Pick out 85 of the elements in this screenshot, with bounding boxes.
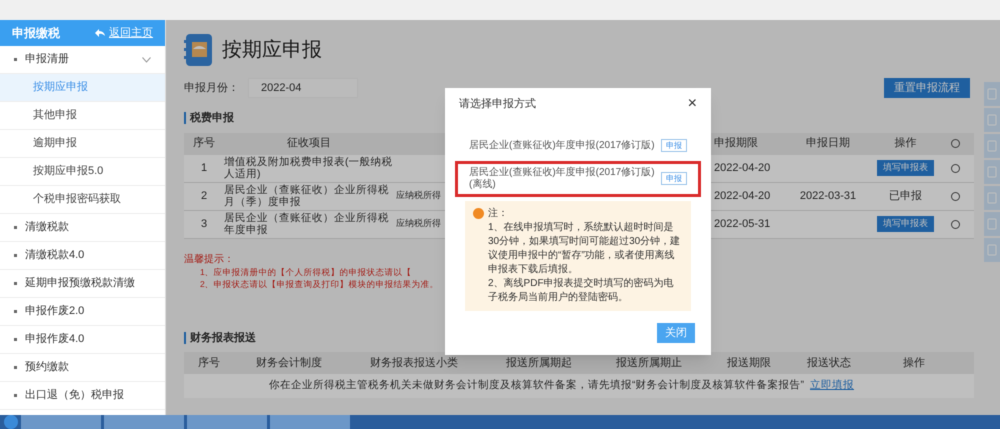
reminder-text: 2、申报状态请以【申报查询及打印】模块的申报结果为准。 — [200, 278, 439, 288]
column-header: 报送所属期起 — [505, 356, 573, 371]
radio-button[interactable] — [951, 220, 960, 228]
sidebar-item-label: 出口退（免）税申报 — [25, 388, 125, 404]
table-cell: 2022-05-31 — [714, 218, 770, 230]
table-cell: 2022-04-20 — [714, 190, 770, 202]
column-header: 操作 — [894, 136, 918, 152]
taskbar-app-icon[interactable] — [270, 414, 350, 429]
note-text: 1、在线申报填写时，系统默认超时时间是30分钟，如果填写时间可能超过30分钟，建议使用申报中的“暂存”功能，或者使用离线申报表下载后填报。 — [488, 220, 682, 276]
bullet-icon — [14, 58, 17, 61]
dialog-title: 请选择申报方式 — [459, 96, 536, 112]
column-header: 序号 — [197, 356, 221, 371]
bullet-icon — [14, 394, 17, 397]
radio-button[interactable] — [951, 164, 960, 172]
fill-form-button[interactable]: 填写申报表 — [877, 160, 934, 176]
notebook-icon — [184, 34, 212, 66]
column-header: 报送状态 — [806, 356, 852, 371]
radio-button[interactable] — [951, 192, 960, 200]
bullet-icon — [14, 310, 17, 313]
back-icon — [95, 29, 105, 37]
reminder-text: 1、应申报清册中的【个人所得税】的申报状态请以【 — [200, 266, 412, 276]
status-text: 已申报 — [889, 188, 922, 204]
note-text: 2、离线PDF申报表提交时填写的密码为电子税务局当前用户的登陆密码。 — [488, 276, 675, 304]
table-cell-text: 2 — [200, 188, 208, 204]
warning-icon — [473, 208, 484, 218]
table-cell-text: 增值税及附加税费申报表(一般纳税人适用) — [224, 156, 394, 180]
table-cell: 应纳税所得 — [396, 218, 441, 228]
sidebar-item[interactable]: 申报作废2.0 — [0, 298, 165, 326]
bullet-icon — [14, 254, 17, 257]
sidebar-item-label: 预约缴款 — [25, 360, 70, 376]
taskbar-app-icon[interactable] — [187, 414, 267, 429]
start-icon[interactable] — [4, 415, 18, 429]
table-cell: 2022-04-20 — [714, 162, 770, 174]
sidebar-item[interactable]: 申报作废4.0 — [0, 326, 165, 354]
bullet-icon — [14, 366, 17, 369]
sidebar-item-label: 申报作废2.0 — [25, 304, 86, 320]
reset-button[interactable]: 重置申报流程 — [884, 78, 970, 98]
notice-text: 你在企业所得税主管税务机关未做财务会计制度及核算软件备案，请先填报“财务会计制度及核算软件备案报告” — [269, 378, 804, 394]
declare-button[interactable]: 申报 — [661, 172, 687, 185]
sidebar-item[interactable]: 清缴税款 — [0, 214, 165, 242]
month-label: 申报月份： — [184, 80, 240, 96]
sidebar-item[interactable]: 预约缴款 — [0, 354, 165, 382]
column-header: 序号 — [192, 136, 216, 152]
close-button[interactable]: × — [688, 96, 697, 112]
sidebar-title: 申报缴税 — [12, 25, 60, 42]
note-title: 注： — [488, 206, 509, 220]
table-cell-text: 1 — [200, 160, 208, 176]
column-header: 报送所属期止 — [615, 356, 683, 371]
page-title: 按期应申报 — [222, 38, 322, 63]
table-cell-text: 居民企业（查账征收）企业所得税月（季）度申报 — [224, 184, 390, 208]
taskbar-app-icon[interactable] — [104, 414, 184, 429]
table-cell-text: 居民企业（查账征收）企业所得税年度申报 — [224, 212, 390, 236]
fill-form-button[interactable]: 填写申报表 — [877, 216, 934, 232]
month-field[interactable]: 2022-04 — [248, 78, 358, 98]
taskbar-app-icon[interactable] — [21, 414, 101, 429]
declare-button[interactable]: 申报 — [661, 139, 687, 152]
bullet-icon — [14, 282, 17, 285]
section-title: 财务报表报送 — [190, 330, 256, 346]
table-cell: 2022-03-31 — [800, 190, 856, 202]
table-cell: 应纳税所得 — [396, 190, 441, 200]
radio-icon — [951, 139, 960, 148]
option-label: 居民企业(查账征收)年度申报(2017修订版)(离线) — [469, 166, 655, 190]
reminder-title: 温馨提示： — [184, 254, 234, 264]
column-header: 财务会计制度 — [255, 356, 323, 371]
sidebar-item[interactable]: 延期申报预缴税款清缴 — [0, 270, 165, 298]
sidebar-item-label: 清缴税款4.0 — [25, 248, 86, 264]
chevron-icon — [142, 56, 151, 62]
bullet-icon — [14, 338, 17, 341]
sidebar-item-label: 申报作废4.0 — [25, 332, 86, 348]
option-label: 居民企业(查账征收)年度申报(2017修订版) — [469, 140, 655, 152]
sidebar-item[interactable]: 出口退（免）税申报 — [0, 382, 165, 410]
sidebar-item-label: 清缴税款 — [25, 220, 70, 236]
column-header: 报送期限 — [726, 356, 772, 371]
column-header: 财务报表报送小类 — [369, 356, 459, 371]
section-title: 税费申报 — [190, 110, 234, 126]
sidebar-item-label: 申报清册 — [25, 52, 70, 68]
column-header: 操作 — [902, 356, 926, 371]
sidebar-item[interactable]: 清缴税款4.0 — [0, 242, 165, 270]
table-cell-text: 3 — [200, 216, 208, 232]
column-header: 申报期限 — [713, 136, 759, 152]
bullet-icon — [14, 226, 17, 229]
column-header: 征收项目 — [286, 136, 332, 152]
column-header: 申报日期 — [805, 136, 851, 152]
sidebar-item-label: 延期申报预缴税款清缴 — [25, 276, 136, 292]
fill-now-link[interactable]: 立即填报 — [810, 378, 854, 394]
